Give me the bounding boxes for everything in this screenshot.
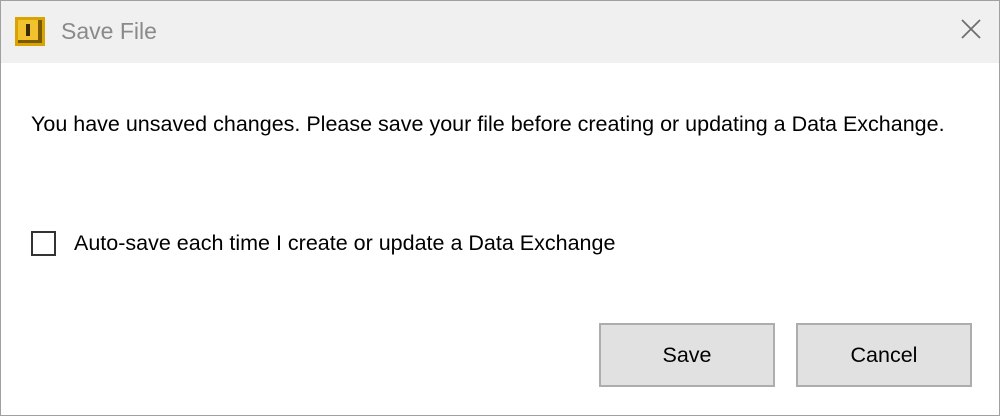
- cancel-button[interactable]: Cancel: [796, 323, 972, 387]
- auto-save-checkbox-label[interactable]: Auto-save each time I create or update a…: [74, 227, 615, 259]
- save-button[interactable]: Save: [599, 323, 775, 387]
- close-button[interactable]: [951, 11, 991, 51]
- dialog-message: You have unsaved changes. Please save yo…: [31, 112, 945, 136]
- save-file-dialog: Save File You have unsaved changes. Plea…: [0, 0, 1000, 416]
- auto-save-checkbox[interactable]: [31, 230, 56, 256]
- close-icon: [960, 18, 982, 45]
- window-title: Save File: [61, 18, 157, 44]
- title-bar[interactable]: Save File: [1, 1, 999, 63]
- app-icon: [15, 17, 45, 46]
- auto-save-option[interactable]: Auto-save each time I create or update a…: [31, 227, 615, 259]
